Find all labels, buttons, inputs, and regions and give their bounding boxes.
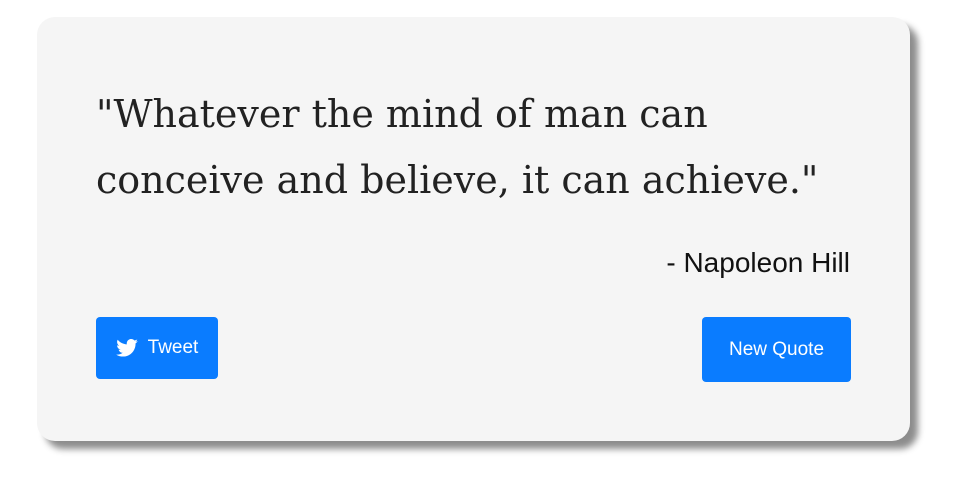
quote-author: - Napoleon Hill xyxy=(666,247,850,278)
tweet-button[interactable]: Tweet xyxy=(96,317,218,379)
quote-text: "Whatever the mind of man can conceive a… xyxy=(96,92,819,202)
tweet-button-label: Tweet xyxy=(147,337,199,358)
new-quote-button-label: New Quote xyxy=(728,338,825,360)
new-quote-button[interactable]: New Quote xyxy=(702,317,851,382)
quote-card: "Whatever the mind of man can conceive a… xyxy=(37,17,910,441)
twitter-icon xyxy=(115,339,138,357)
